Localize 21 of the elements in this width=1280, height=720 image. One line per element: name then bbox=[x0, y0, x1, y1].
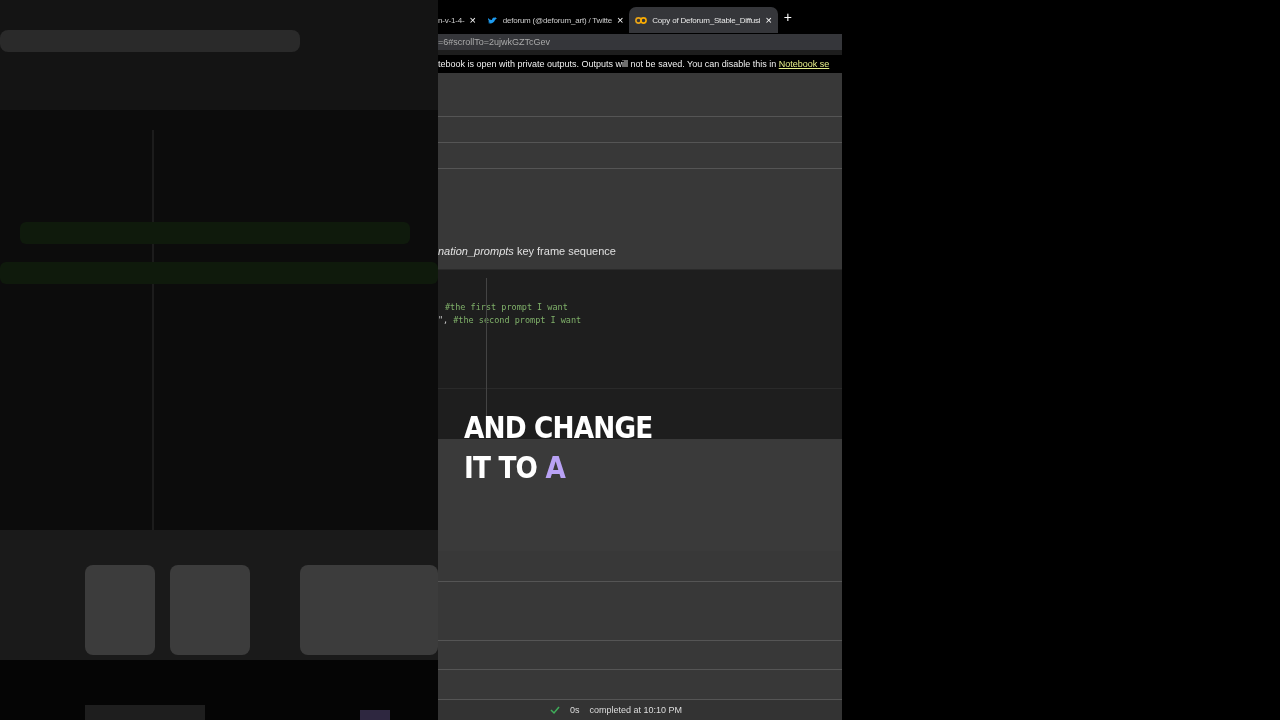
code-comment: #the first prompt I want bbox=[445, 302, 568, 314]
browser-tab[interactable]: Copy of Deforum_Stable_Diffusi × bbox=[629, 7, 778, 33]
duration-text: 0s bbox=[570, 705, 580, 715]
close-icon[interactable]: × bbox=[469, 14, 476, 26]
section-heading: nation_prompts key frame sequence bbox=[438, 245, 616, 257]
caption-text: IT TO bbox=[464, 449, 538, 485]
close-icon[interactable]: × bbox=[765, 14, 772, 26]
caption-text: A bbox=[545, 449, 566, 485]
check-icon bbox=[550, 705, 560, 715]
new-tab-button[interactable]: + bbox=[777, 9, 798, 25]
code-comment: #the second prompt I want bbox=[453, 315, 582, 327]
close-icon[interactable]: × bbox=[617, 14, 624, 26]
address-text[interactable]: =6#scrollTo=2ujwkGZTcGev bbox=[438, 37, 551, 47]
status-text: completed at 10:10 PM bbox=[589, 705, 683, 715]
bird-icon bbox=[487, 15, 498, 25]
code-text: ", bbox=[438, 315, 449, 327]
browser-tab[interactable]: deforum (@deforum_art) / Twitte × bbox=[481, 7, 630, 33]
browser-tab[interactable]: n-v-1-4- × bbox=[438, 7, 482, 33]
caption-text: AND CHANGE bbox=[464, 409, 653, 445]
settings-link[interactable]: Notebook se bbox=[778, 59, 830, 69]
banner-text: tebook is open with private outputs. Outputs will not be saved. You can disable this in Notebook se bbox=[438, 59, 830, 69]
